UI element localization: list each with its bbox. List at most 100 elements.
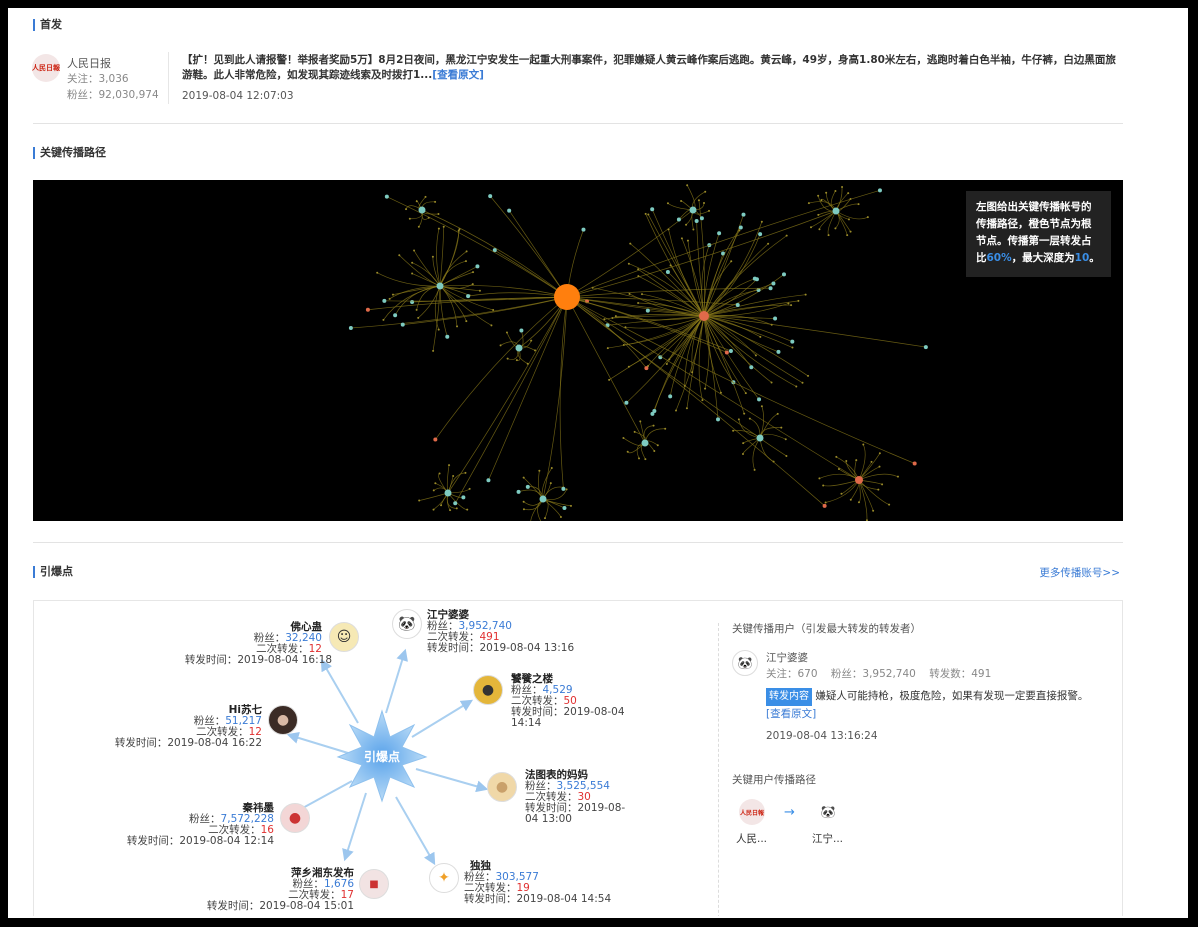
graph-node[interactable] bbox=[466, 508, 469, 511]
graph-node[interactable] bbox=[748, 417, 751, 420]
graph-node[interactable] bbox=[857, 203, 860, 206]
graph-node[interactable] bbox=[825, 191, 828, 194]
graph-node[interactable] bbox=[680, 237, 683, 240]
graph-node[interactable] bbox=[738, 225, 743, 230]
graph-node[interactable] bbox=[626, 450, 629, 453]
graph-node[interactable] bbox=[685, 223, 688, 226]
graph-node[interactable] bbox=[665, 270, 670, 275]
graph-node[interactable] bbox=[728, 348, 733, 353]
graph-node[interactable] bbox=[418, 499, 421, 502]
graph-node[interactable] bbox=[689, 206, 697, 214]
graph-node[interactable] bbox=[432, 508, 435, 511]
graph-node[interactable] bbox=[559, 515, 562, 518]
graph-node[interactable] bbox=[492, 308, 495, 311]
graph-node[interactable] bbox=[413, 249, 416, 252]
graph-node[interactable] bbox=[758, 232, 763, 237]
graph-node[interactable] bbox=[549, 482, 552, 485]
graph-node[interactable] bbox=[633, 430, 636, 433]
graph-node[interactable] bbox=[691, 371, 694, 374]
graph-node[interactable] bbox=[526, 362, 529, 365]
graph-node[interactable] bbox=[608, 378, 611, 381]
graph-node[interactable] bbox=[453, 501, 458, 506]
graph-node[interactable] bbox=[753, 468, 756, 471]
graph-node[interactable] bbox=[699, 311, 709, 321]
graph-node[interactable] bbox=[550, 466, 553, 469]
graph-node[interactable] bbox=[675, 409, 678, 412]
graph-node[interactable] bbox=[872, 509, 875, 512]
graph-node[interactable] bbox=[752, 276, 757, 281]
graph-node[interactable] bbox=[525, 484, 530, 489]
graph-node[interactable] bbox=[807, 202, 810, 205]
graph-node[interactable] bbox=[652, 424, 655, 427]
graph-node[interactable] bbox=[652, 408, 657, 413]
graph-node[interactable] bbox=[810, 226, 813, 229]
graph-node[interactable] bbox=[664, 427, 667, 430]
key-user-avatar[interactable]: 🐼 bbox=[732, 650, 758, 676]
graph-node[interactable] bbox=[756, 434, 764, 442]
avatar-renmin[interactable]: 人民日報 bbox=[32, 54, 60, 82]
graph-node[interactable] bbox=[699, 216, 704, 221]
graph-node[interactable] bbox=[628, 292, 631, 295]
graph-node[interactable] bbox=[438, 472, 441, 475]
graph-node[interactable] bbox=[464, 260, 467, 263]
graph-node[interactable] bbox=[627, 262, 630, 265]
graph-node[interactable] bbox=[849, 230, 852, 233]
graph-node[interactable] bbox=[877, 488, 880, 491]
account-name[interactable]: 人民日报 bbox=[67, 55, 111, 71]
graph-node[interactable] bbox=[382, 318, 385, 321]
graph-node[interactable] bbox=[742, 442, 745, 445]
path-avatar-renmin[interactable]: 人民日報 bbox=[739, 799, 765, 825]
graph-node[interactable] bbox=[855, 476, 863, 484]
graph-node[interactable] bbox=[376, 271, 379, 274]
graph-node[interactable] bbox=[732, 429, 735, 432]
graph-node[interactable] bbox=[393, 313, 398, 318]
graph-node[interactable] bbox=[490, 324, 493, 327]
graph-node[interactable] bbox=[715, 417, 720, 422]
graph-node[interactable] bbox=[442, 225, 445, 228]
graph-node[interactable] bbox=[408, 217, 411, 220]
graph-node[interactable] bbox=[348, 325, 353, 330]
graph-node[interactable] bbox=[741, 212, 746, 217]
graph-node[interactable] bbox=[849, 498, 852, 501]
graph-node[interactable] bbox=[703, 201, 706, 204]
graph-node[interactable] bbox=[781, 272, 786, 277]
graph-node[interactable] bbox=[400, 322, 405, 327]
graph-node[interactable] bbox=[757, 397, 762, 402]
graph-node[interactable] bbox=[461, 495, 466, 500]
graph-node[interactable] bbox=[797, 299, 800, 302]
graph-node[interactable] bbox=[437, 213, 440, 216]
graph-node[interactable] bbox=[440, 504, 443, 507]
graph-node[interactable] bbox=[486, 478, 491, 483]
graph-node[interactable] bbox=[912, 461, 917, 466]
graph-node[interactable] bbox=[704, 387, 707, 390]
graph-node[interactable] bbox=[543, 517, 546, 520]
graph-node[interactable] bbox=[888, 503, 891, 506]
graph-node[interactable] bbox=[534, 349, 537, 352]
graph-node[interactable] bbox=[827, 234, 830, 237]
graph-node[interactable] bbox=[457, 229, 460, 232]
graph-node[interactable] bbox=[384, 194, 389, 199]
graph-node[interactable] bbox=[896, 475, 899, 478]
graph-node[interactable] bbox=[878, 465, 881, 468]
graph-node[interactable] bbox=[530, 339, 533, 342]
graph-node[interactable] bbox=[365, 307, 370, 312]
graph-node[interactable] bbox=[466, 294, 471, 299]
graph-node[interactable] bbox=[452, 474, 455, 477]
graph-node[interactable] bbox=[773, 316, 778, 321]
graph-node[interactable] bbox=[468, 487, 471, 490]
graph-node[interactable] bbox=[522, 476, 525, 479]
graph-node[interactable] bbox=[669, 264, 672, 267]
graph-node[interactable] bbox=[846, 234, 849, 237]
graph-node[interactable] bbox=[741, 452, 744, 455]
graph-node[interactable] bbox=[464, 471, 467, 474]
graph-node[interactable] bbox=[515, 359, 518, 362]
graph-node[interactable] bbox=[840, 492, 843, 495]
avatar-jiangning[interactable]: 🐼 bbox=[392, 609, 422, 639]
graph-node[interactable] bbox=[791, 346, 794, 349]
graph-node[interactable] bbox=[640, 293, 643, 296]
graph-node[interactable] bbox=[411, 261, 414, 264]
graph-node[interactable] bbox=[770, 381, 773, 384]
graph-node[interactable] bbox=[434, 482, 437, 485]
graph-node[interactable] bbox=[449, 509, 452, 512]
graph-node[interactable] bbox=[507, 208, 512, 213]
